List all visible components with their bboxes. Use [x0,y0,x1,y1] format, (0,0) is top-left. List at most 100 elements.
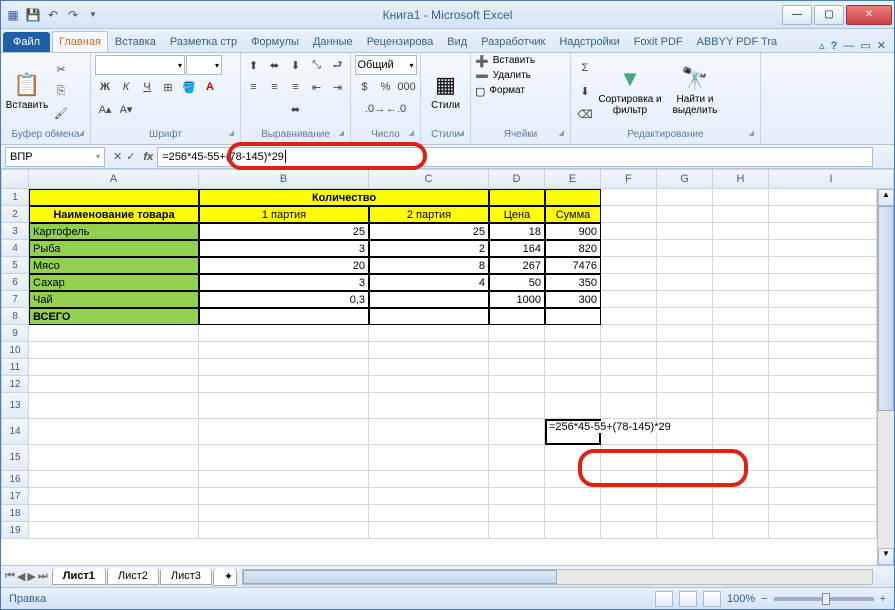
cell[interactable]: 25 [369,223,489,240]
cell[interactable] [601,505,657,522]
merge-button[interactable]: ⬌ [286,99,305,119]
cell[interactable] [769,257,877,274]
doc-close-icon[interactable]: ✕ [877,39,886,52]
cell[interactable]: 18 [489,223,545,240]
cell[interactable] [601,445,657,471]
cell[interactable] [489,445,545,471]
cell[interactable]: Количество [199,189,489,206]
cell[interactable] [199,359,369,376]
view-layout-button[interactable] [679,591,697,607]
cell[interactable] [199,342,369,359]
inc-decimal-icon[interactable]: .0→ [365,99,385,119]
row-13[interactable]: 13 [1,393,29,419]
cell[interactable] [713,471,769,488]
cell[interactable]: 7476 [545,257,601,274]
col-g[interactable]: G [657,169,713,189]
cell[interactable] [29,488,199,505]
cell[interactable] [369,342,489,359]
shrink-font-icon[interactable]: A▾ [116,99,136,119]
cell[interactable] [713,223,769,240]
doc-min-icon[interactable]: ― [843,40,854,52]
cell[interactable] [369,471,489,488]
fx-icon[interactable]: fx [139,151,157,163]
cell[interactable] [545,522,601,539]
tab-addins[interactable]: Надстройки [552,31,626,52]
tab-view[interactable]: Вид [440,31,474,52]
cell[interactable] [369,291,489,308]
tab-layout[interactable]: Разметка стр [163,31,244,52]
cell[interactable] [489,471,545,488]
percent-icon[interactable]: % [376,77,396,97]
cell[interactable] [601,274,657,291]
cell[interactable] [369,505,489,522]
cell[interactable]: 164 [489,240,545,257]
cell[interactable] [29,445,199,471]
cell[interactable]: 900 [545,223,601,240]
cell[interactable] [601,522,657,539]
row-7[interactable]: 7 [1,291,29,308]
cell[interactable] [369,359,489,376]
indent-inc-icon[interactable]: ⇥ [328,77,348,97]
cell[interactable]: 350 [545,274,601,291]
cell[interactable] [713,522,769,539]
cell[interactable] [601,223,657,240]
cell[interactable] [657,325,713,342]
cell[interactable] [29,342,199,359]
row-6[interactable]: 6 [1,274,29,291]
cell[interactable] [489,325,545,342]
find-select-button[interactable]: 🔭Найти и выделить [665,58,725,124]
cell[interactable] [29,325,199,342]
active-cell[interactable]: =256*45-55+(78-145)*29 [545,419,601,445]
font-size-selector[interactable]: ▾ [186,55,222,75]
number-format-selector[interactable]: Общий▾ [355,55,417,75]
cell[interactable]: Картофель [29,223,199,240]
cell[interactable] [489,488,545,505]
cell[interactable] [769,445,877,471]
cell[interactable] [657,488,713,505]
cell[interactable]: 4 [369,274,489,291]
cell[interactable] [713,445,769,471]
row-3[interactable]: 3 [1,223,29,240]
cell[interactable]: 2 партия [369,206,489,223]
border-button[interactable]: ⊞ [158,77,178,97]
insert-cells-button[interactable]: ➕Вставить [475,55,535,68]
cell[interactable] [713,189,769,206]
name-box[interactable]: ВПР▾ [5,147,105,167]
cell[interactable]: 3 [199,240,369,257]
cancel-formula-icon[interactable]: ✕ [113,150,122,163]
maximize-button[interactable]: ▢ [814,5,844,25]
file-tab[interactable]: Файл [3,32,50,52]
cell[interactable] [713,376,769,393]
zoom-in-button[interactable]: + [880,593,886,605]
redo-icon[interactable]: ↷ [65,7,81,23]
cell[interactable]: 8 [369,257,489,274]
cell[interactable] [769,223,877,240]
col-h[interactable]: H [713,169,769,189]
align-top-icon[interactable]: ⬆ [244,55,264,75]
cell[interactable] [545,445,601,471]
cell[interactable] [713,257,769,274]
currency-icon[interactable]: $ [355,77,375,97]
cell[interactable] [769,393,877,419]
cell[interactable]: 50 [489,274,545,291]
cell[interactable] [601,376,657,393]
cell[interactable] [29,359,199,376]
cell[interactable] [369,325,489,342]
wrap-text-icon[interactable]: ⮐ [328,55,348,75]
row-10[interactable]: 10 [1,342,29,359]
cell[interactable] [601,206,657,223]
fill-icon[interactable]: ⬇ [575,81,595,101]
cell[interactable]: 300 [545,291,601,308]
tab-formulas[interactable]: Формулы [244,31,306,52]
cell[interactable] [657,522,713,539]
row-15[interactable]: 15 [1,445,29,471]
cell[interactable] [545,471,601,488]
zoom-level[interactable]: 100% [727,593,755,605]
minimize-ribbon-icon[interactable]: ▵ [819,39,825,52]
fill-color-button[interactable]: 🪣 [179,77,199,97]
cell[interactable] [369,393,489,419]
cell[interactable] [769,342,877,359]
col-d[interactable]: D [489,169,545,189]
align-left-icon[interactable]: ≡ [244,77,264,97]
cell[interactable] [199,505,369,522]
